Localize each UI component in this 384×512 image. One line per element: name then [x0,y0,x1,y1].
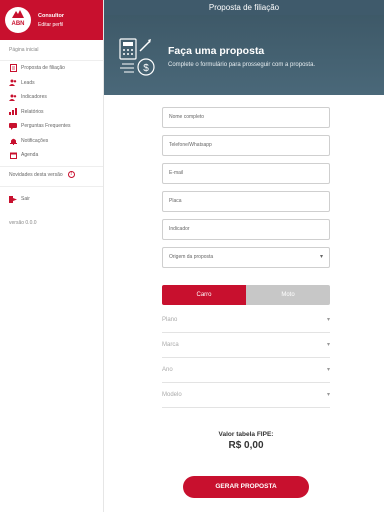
document-icon [9,64,17,73]
hero-title: Faça uma proposta [168,45,265,57]
sidebar-item-news[interactable]: Novidades desta versão ! [0,167,103,183]
info-badge-icon: ! [67,171,75,178]
edit-profile-link[interactable]: Editar perfil [38,22,64,28]
sidebar-nav: Página inicial Proposta de filiação Lead… [0,40,103,226]
chat-icon [9,122,17,130]
sidebar-item-label: Agenda [21,152,39,159]
news-label: Novidades desta versão [9,171,63,178]
logout-button[interactable]: Sair [0,191,103,207]
logout-label: Sair [21,195,30,202]
avatar: ABN [5,7,31,33]
hero-banner: $ Faça uma proposta Complete o formulári… [104,15,384,95]
chevron-down-icon: ▾ [319,254,323,260]
year-select-label: Ano [162,367,173,373]
fipe-value: R$ 0,00 [228,440,264,451]
email-field[interactable]: E-mail [162,163,330,184]
sidebar-item-perguntas[interactable]: Perguntas Frequentes [0,119,103,134]
profile-header[interactable]: ABN Consultor Editar perfil [0,0,103,40]
calculator-money-icon: $ [119,38,155,76]
sidebar-item-label: Relatórios [21,108,44,115]
sidebar-item-label: Indicadores [21,94,47,101]
main-content: Proposta de filiação $ Faça uma proposta… [104,0,384,512]
proposal-form: Nome completo Telefone/Whatsapp E-mail P… [162,107,330,498]
sidebar-item-indicadores[interactable]: Indicadores [0,90,103,105]
fipe-label: Valor tabela FIPE: [218,431,274,438]
brand-select[interactable]: Marca ▾ [162,333,330,358]
sidebar-item-notificacoes[interactable]: Notificações [0,134,103,149]
svg-text:$: $ [143,63,149,74]
logo-icon [12,10,24,18]
profile-name: Consultor [38,12,64,19]
chevron-down-icon: ▾ [326,367,330,373]
brand-select-label: Marca [162,342,179,348]
sidebar-item-proposta[interactable]: Proposta de filiação [0,61,103,76]
sidebar-item-home[interactable]: Página inicial [0,44,103,61]
chart-icon [9,108,17,116]
sidebar-item-label: Leads [21,79,35,86]
generate-proposal-button[interactable]: GERAR PROPOSTA [183,476,309,498]
phone-field[interactable]: Telefone/Whatsapp [162,135,330,156]
page-title: Proposta de filiação [104,0,384,15]
chevron-down-icon: ▾ [326,342,330,348]
vehicle-selects: Plano ▾ Marca ▾ Ano ▾ Modelo ▾ [162,308,330,408]
sidebar-item-label: Notificações [21,137,49,144]
sidebar: ABN Consultor Editar perfil Página inici… [0,0,104,512]
full-name-field[interactable]: Nome completo [162,107,330,128]
referrer-field[interactable]: Indicador [162,219,330,240]
divider [0,185,103,187]
sidebar-item-label: Proposta de filiação [21,65,65,72]
bell-icon [9,137,17,145]
logout-icon [9,190,17,208]
year-select[interactable]: Ano ▾ [162,358,330,383]
origin-select[interactable]: Origem da proposta ▾ [162,247,330,268]
logo-text: ABN [11,21,25,27]
vehicle-type-toggle: Carro Moto [162,285,330,305]
model-select[interactable]: Modelo ▾ [162,383,330,408]
sidebar-item-relatorios[interactable]: Relatórios [0,105,103,120]
plate-field[interactable]: Placa [162,191,330,212]
model-select-label: Modelo [162,392,182,398]
car-tab[interactable]: Carro [162,285,246,305]
app: ABN Consultor Editar perfil Página inici… [0,0,384,512]
sidebar-item-agenda[interactable]: Agenda [0,148,103,163]
profile-info: Consultor Editar perfil [38,13,64,28]
sidebar-item-leads[interactable]: Leads [0,76,103,91]
sidebar-item-label: Perguntas Frequentes [21,123,71,130]
people-icon [9,93,17,101]
app-version: versão 0.0.0 [9,219,37,226]
plan-select[interactable]: Plano ▾ [162,308,330,333]
chevron-down-icon: ▾ [326,392,330,398]
hero-subtitle: Complete o formulário para prosseguir co… [168,62,316,68]
moto-tab[interactable]: Moto [246,285,330,305]
calendar-icon [9,151,17,159]
chevron-down-icon: ▾ [326,317,330,323]
plan-select-label: Plano [162,317,178,323]
origin-select-label: Origem da proposta [169,254,214,260]
people-icon [9,79,17,87]
